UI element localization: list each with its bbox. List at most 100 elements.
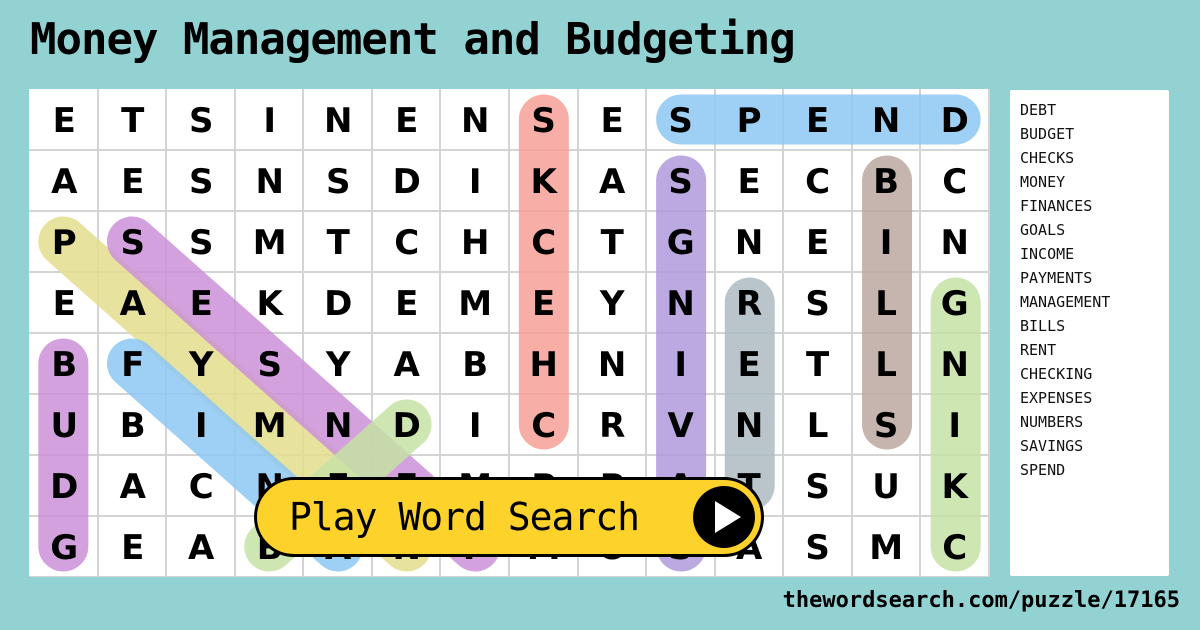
grid-cell[interactable]: A bbox=[167, 517, 235, 577]
grid-cell[interactable]: K bbox=[920, 456, 989, 517]
grid-cell[interactable]: L bbox=[852, 334, 921, 395]
grid-cell[interactable]: S bbox=[852, 395, 921, 456]
grid-cell[interactable]: M bbox=[441, 273, 510, 334]
grid-cell[interactable]: S bbox=[304, 151, 372, 212]
grid-cell[interactable]: A bbox=[578, 151, 646, 212]
grid-cell[interactable]: E bbox=[30, 273, 98, 334]
grid-cell[interactable]: D bbox=[372, 151, 440, 212]
grid-cell[interactable]: C bbox=[920, 151, 989, 212]
play-word-search-button[interactable]: Play Word Search bbox=[254, 477, 764, 557]
grid-cell[interactable]: C bbox=[167, 456, 235, 517]
grid-cell[interactable]: E bbox=[783, 90, 851, 151]
grid-cell[interactable]: I bbox=[920, 395, 989, 456]
grid-cell[interactable]: E bbox=[509, 273, 578, 334]
grid-cell[interactable]: E bbox=[98, 517, 166, 577]
grid-cell[interactable]: I bbox=[441, 395, 510, 456]
grid-cell[interactable]: S bbox=[98, 212, 166, 273]
grid-cell[interactable]: S bbox=[509, 90, 578, 151]
grid-cell[interactable]: B bbox=[30, 334, 98, 395]
grid-cell[interactable]: T bbox=[98, 90, 166, 151]
grid-cell[interactable]: S bbox=[783, 273, 851, 334]
grid-cell[interactable]: N bbox=[304, 90, 372, 151]
grid-cell[interactable]: A bbox=[98, 456, 166, 517]
grid-cell[interactable]: D bbox=[372, 395, 440, 456]
grid-cell[interactable]: L bbox=[852, 273, 921, 334]
grid-cell[interactable]: N bbox=[646, 273, 714, 334]
grid-cell[interactable]: C bbox=[509, 212, 578, 273]
grid-cell[interactable]: G bbox=[920, 273, 989, 334]
grid-cell[interactable]: M bbox=[235, 212, 304, 273]
grid-cell[interactable]: C bbox=[920, 517, 989, 577]
grid-cell[interactable]: N bbox=[715, 212, 783, 273]
grid-cell[interactable]: C bbox=[372, 212, 440, 273]
grid-cell[interactable]: S bbox=[167, 90, 235, 151]
grid-cell[interactable]: E bbox=[372, 273, 440, 334]
grid-cell[interactable]: M bbox=[235, 395, 304, 456]
grid-cell[interactable]: S bbox=[783, 456, 851, 517]
grid-cell[interactable]: T bbox=[578, 212, 646, 273]
grid-cell[interactable]: S bbox=[646, 151, 714, 212]
grid-cell[interactable]: E bbox=[578, 90, 646, 151]
grid-cell[interactable]: F bbox=[98, 334, 166, 395]
grid-row: ETSINENSESPEND bbox=[30, 90, 989, 151]
grid-cell[interactable]: H bbox=[509, 334, 578, 395]
grid-cell[interactable]: R bbox=[715, 273, 783, 334]
grid-cell[interactable]: N bbox=[578, 334, 646, 395]
grid-cell[interactable]: T bbox=[304, 212, 372, 273]
grid-cell[interactable]: C bbox=[783, 151, 851, 212]
grid-cell[interactable]: D bbox=[30, 456, 98, 517]
grid-cell[interactable]: K bbox=[509, 151, 578, 212]
grid-cell[interactable]: N bbox=[920, 212, 989, 273]
grid-cell[interactable]: E bbox=[783, 212, 851, 273]
word-list-item: DEBT bbox=[1020, 101, 1057, 119]
grid-cell[interactable]: A bbox=[30, 151, 98, 212]
grid-cell[interactable]: S bbox=[783, 517, 851, 577]
grid-cell[interactable]: I bbox=[167, 395, 235, 456]
grid-cell[interactable]: I bbox=[235, 90, 304, 151]
grid-cell[interactable]: U bbox=[852, 456, 921, 517]
grid-cell[interactable]: C bbox=[509, 395, 578, 456]
grid-cell[interactable]: P bbox=[30, 212, 98, 273]
grid-cell[interactable]: N bbox=[304, 395, 372, 456]
grid-cell[interactable]: Y bbox=[167, 334, 235, 395]
grid-cell[interactable]: V bbox=[646, 395, 714, 456]
grid-cell[interactable]: B bbox=[852, 151, 921, 212]
grid-cell[interactable]: N bbox=[920, 334, 989, 395]
grid-cell[interactable]: S bbox=[235, 334, 304, 395]
grid-cell[interactable]: G bbox=[646, 212, 714, 273]
grid-cell[interactable]: P bbox=[715, 90, 783, 151]
grid-cell[interactable]: N bbox=[235, 151, 304, 212]
grid-cell[interactable]: K bbox=[235, 273, 304, 334]
grid-cell[interactable]: T bbox=[783, 334, 851, 395]
grid-cell[interactable]: N bbox=[852, 90, 921, 151]
grid-cell[interactable]: B bbox=[98, 395, 166, 456]
grid-cell[interactable]: S bbox=[167, 151, 235, 212]
grid-cell[interactable]: R bbox=[578, 395, 646, 456]
grid-cell[interactable]: I bbox=[441, 151, 510, 212]
grid-cell[interactable]: S bbox=[646, 90, 714, 151]
grid-cell[interactable]: G bbox=[30, 517, 98, 577]
grid-cell[interactable]: E bbox=[167, 273, 235, 334]
grid-cell[interactable]: D bbox=[920, 90, 989, 151]
grid-cell[interactable]: I bbox=[852, 212, 921, 273]
grid-cell[interactable]: U bbox=[30, 395, 98, 456]
grid-cell[interactable]: E bbox=[715, 151, 783, 212]
grid-cell[interactable]: E bbox=[715, 334, 783, 395]
grid-cell[interactable]: B bbox=[441, 334, 510, 395]
grid-cell[interactable]: I bbox=[646, 334, 714, 395]
grid-cell[interactable]: L bbox=[783, 395, 851, 456]
grid-cell[interactable]: A bbox=[372, 334, 440, 395]
grid-cell[interactable]: Y bbox=[578, 273, 646, 334]
grid-cell[interactable]: E bbox=[98, 151, 166, 212]
grid-cell[interactable]: Y bbox=[304, 334, 372, 395]
grid-cell[interactable]: E bbox=[30, 90, 98, 151]
grid-cell[interactable]: D bbox=[304, 273, 372, 334]
grid-cell[interactable]: N bbox=[715, 395, 783, 456]
grid-cell[interactable]: E bbox=[372, 90, 440, 151]
grid-cell[interactable]: S bbox=[167, 212, 235, 273]
grid-cell[interactable]: M bbox=[852, 517, 921, 577]
grid-cell[interactable]: N bbox=[441, 90, 510, 151]
puzzle-url[interactable]: thewordsearch.com/puzzle/17165 bbox=[783, 588, 1180, 613]
grid-cell[interactable]: H bbox=[441, 212, 510, 273]
grid-cell[interactable]: A bbox=[98, 273, 166, 334]
